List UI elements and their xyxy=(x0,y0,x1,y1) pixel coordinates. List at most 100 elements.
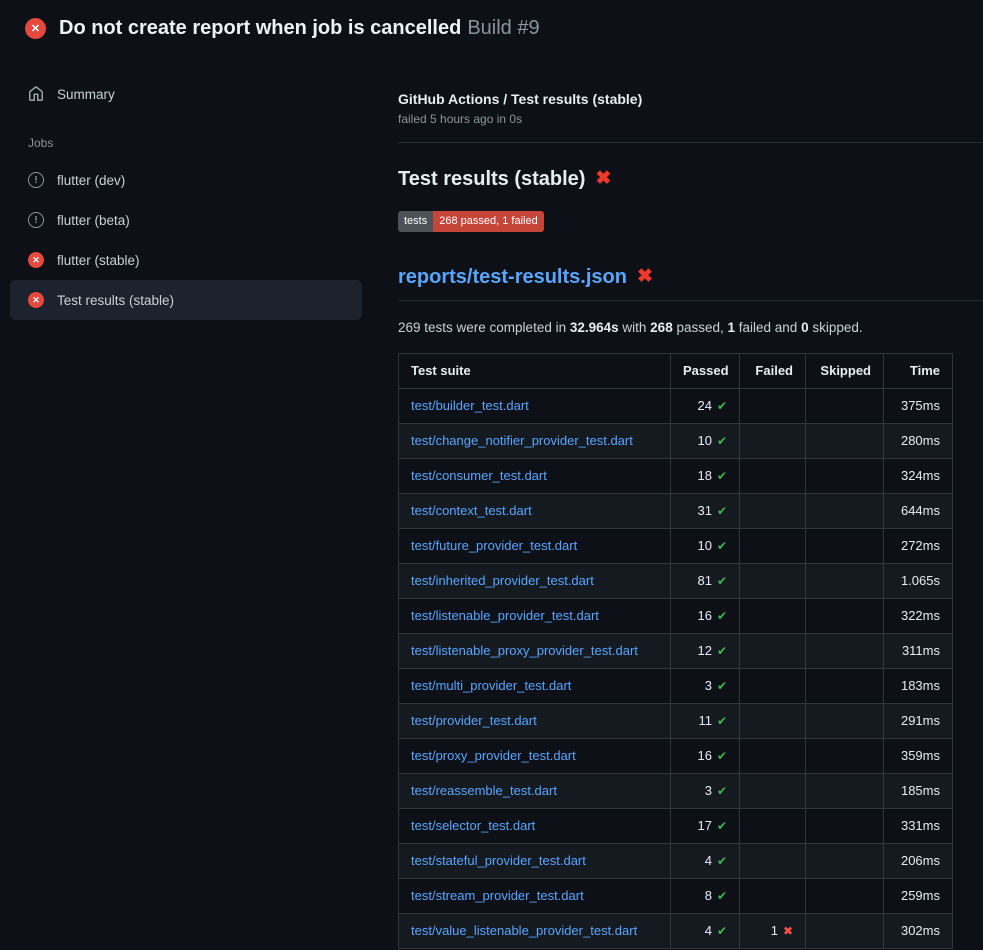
skipped-cell xyxy=(806,669,884,704)
table-header-row: Test suite Passed Failed Skipped Time xyxy=(399,354,953,389)
failed-cell xyxy=(740,389,806,424)
check-icon: ✔ xyxy=(717,644,727,658)
check-icon: ✔ xyxy=(717,854,727,868)
time-cell: 272ms xyxy=(884,529,953,564)
report-file-link[interactable]: reports/test-results.json xyxy=(398,264,627,290)
table-row: test/stateful_provider_test.dart4✔206ms xyxy=(399,844,953,879)
table-row: test/inherited_provider_test.dart81✔1.06… xyxy=(399,564,953,599)
report-title: reports/test-results.json ✖ xyxy=(398,264,983,301)
passed-count: 16 xyxy=(697,608,711,623)
test-suite-link[interactable]: test/consumer_test.dart xyxy=(411,468,547,483)
passed-cell: 4✔ xyxy=(671,914,740,949)
skipped-cell xyxy=(806,809,884,844)
passed-cell: 18✔ xyxy=(671,459,740,494)
test-suite-link[interactable]: test/future_provider_test.dart xyxy=(411,538,577,553)
header-time: Time xyxy=(884,354,953,389)
tests-badge: tests 268 passed, 1 failed xyxy=(398,211,544,232)
passed-cell: 81✔ xyxy=(671,564,740,599)
suite-cell: test/listenable_provider_test.dart xyxy=(399,599,671,634)
passed-cell: 16 ✔ xyxy=(671,599,740,634)
run-header: ✕ Do not create report when job is cance… xyxy=(0,0,983,57)
passed-cell: 11✔ xyxy=(671,704,740,739)
skipped-cell xyxy=(806,599,884,634)
passed-count: 10 xyxy=(697,433,711,448)
badge-label: tests xyxy=(398,211,433,232)
passed-cell: 10✔ xyxy=(671,424,740,459)
summary-passed: 268 xyxy=(650,320,673,335)
test-suite-link[interactable]: test/listenable_proxy_provider_test.dart xyxy=(411,643,638,658)
test-suite-link[interactable]: test/builder_test.dart xyxy=(411,398,529,413)
sidebar-item-flutter-dev[interactable]: ! flutter (dev) xyxy=(10,160,362,200)
test-suite-link[interactable]: test/proxy_provider_test.dart xyxy=(411,748,576,763)
passed-count: 8 xyxy=(705,888,712,903)
table-row: test/consumer_test.dart 18✔ 324ms xyxy=(399,459,953,494)
table-row: test/provider_test.dart11✔291ms xyxy=(399,704,953,739)
sidebar-item-label: flutter (stable) xyxy=(57,253,140,268)
suite-cell: test/stateful_provider_test.dart xyxy=(399,844,671,879)
suite-cell: test/builder_test.dart xyxy=(399,389,671,424)
table-row: test/context_test.dart31✔644ms xyxy=(399,494,953,529)
table-row: test/proxy_provider_test.dart16✔359ms xyxy=(399,739,953,774)
table-row: test/multi_provider_test.dart3✔183ms xyxy=(399,669,953,704)
test-suite-link[interactable]: test/value_listenable_provider_test.dart xyxy=(411,923,637,938)
test-suite-link[interactable]: test/inherited_provider_test.dart xyxy=(411,573,594,588)
time-cell: 280ms xyxy=(884,424,953,459)
test-suite-link[interactable]: test/context_test.dart xyxy=(411,503,532,518)
failed-cell xyxy=(740,424,806,459)
jobs-section-label: Jobs xyxy=(10,136,362,150)
test-suite-link[interactable]: test/provider_test.dart xyxy=(411,713,537,728)
sidebar-item-flutter-stable[interactable]: ✕ flutter (stable) xyxy=(10,240,362,280)
test-suite-link[interactable]: test/reassemble_test.dart xyxy=(411,783,557,798)
suite-cell: test/provider_test.dart xyxy=(399,704,671,739)
check-title: Test results (stable) ✖ xyxy=(398,165,983,193)
suite-cell: test/multi_provider_test.dart xyxy=(399,669,671,704)
header-failed: Failed xyxy=(740,354,806,389)
cross-mark-icon: ✖ xyxy=(637,264,653,290)
test-suite-link[interactable]: test/stream_provider_test.dart xyxy=(411,888,584,903)
skipped-cell xyxy=(806,879,884,914)
failed-status-icon: ✕ xyxy=(25,18,46,39)
skipped-cell xyxy=(806,914,884,949)
time-cell: 206ms xyxy=(884,844,953,879)
passed-cell: 16✔ xyxy=(671,739,740,774)
time-cell: 259ms xyxy=(884,879,953,914)
test-suite-link[interactable]: test/listenable_provider_test.dart xyxy=(411,608,599,623)
failed-cell xyxy=(740,809,806,844)
failed-count: 1 xyxy=(771,923,778,938)
test-suite-link[interactable]: test/multi_provider_test.dart xyxy=(411,678,571,693)
summary-line: 269 tests were completed in 32.964s with… xyxy=(398,319,983,337)
table-row: test/reassemble_test.dart3✔185ms xyxy=(399,774,953,809)
time-cell: 331ms xyxy=(884,809,953,844)
passed-count: 81 xyxy=(697,573,711,588)
table-row: test/future_provider_test.dart10✔272ms xyxy=(399,529,953,564)
suite-cell: test/future_provider_test.dart xyxy=(399,529,671,564)
check-icon: ✔ xyxy=(717,924,727,938)
breadcrumb: GitHub Actions / Test results (stable) xyxy=(398,91,983,107)
time-cell: 183ms xyxy=(884,669,953,704)
sidebar-item-flutter-beta[interactable]: ! flutter (beta) xyxy=(10,200,362,240)
passed-cell: 17✔ xyxy=(671,809,740,844)
sidebar-item-test-results-stable[interactable]: ✕ Test results (stable) xyxy=(10,280,362,320)
cancelled-status-icon: ! xyxy=(28,212,44,228)
header-test-suite: Test suite xyxy=(399,354,671,389)
suite-cell: test/stream_provider_test.dart xyxy=(399,879,671,914)
sidebar-item-summary[interactable]: Summary xyxy=(10,74,362,114)
skipped-cell xyxy=(806,459,884,494)
sidebar-item-label: Summary xyxy=(57,87,115,102)
passed-cell: 8✔ xyxy=(671,879,740,914)
divider xyxy=(398,142,983,143)
time-cell: 322ms xyxy=(884,599,953,634)
check-icon: ✔ xyxy=(717,609,727,623)
time-cell: 324ms xyxy=(884,459,953,494)
failed-cell xyxy=(740,494,806,529)
test-suite-link[interactable]: test/stateful_provider_test.dart xyxy=(411,853,586,868)
summary-text: passed, xyxy=(673,320,728,335)
test-suite-link[interactable]: test/change_notifier_provider_test.dart xyxy=(411,433,633,448)
skipped-cell xyxy=(806,739,884,774)
passed-cell: 31✔ xyxy=(671,494,740,529)
passed-count: 4 xyxy=(705,923,712,938)
failed-cell xyxy=(740,634,806,669)
test-suite-link[interactable]: test/selector_test.dart xyxy=(411,818,535,833)
skipped-cell xyxy=(806,494,884,529)
check-icon: ✔ xyxy=(717,469,727,483)
